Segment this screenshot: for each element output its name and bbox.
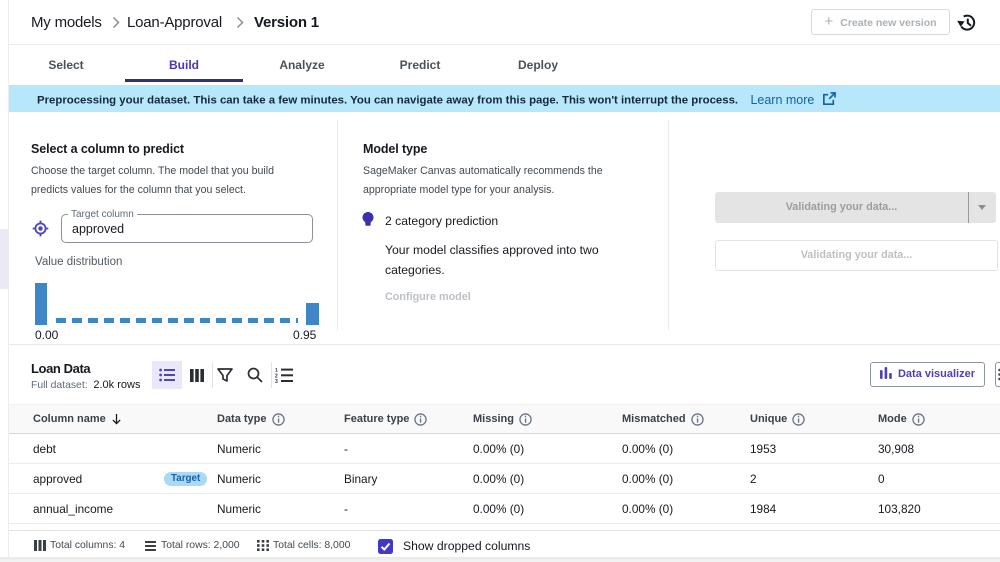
svg-text:3: 3	[275, 379, 278, 383]
